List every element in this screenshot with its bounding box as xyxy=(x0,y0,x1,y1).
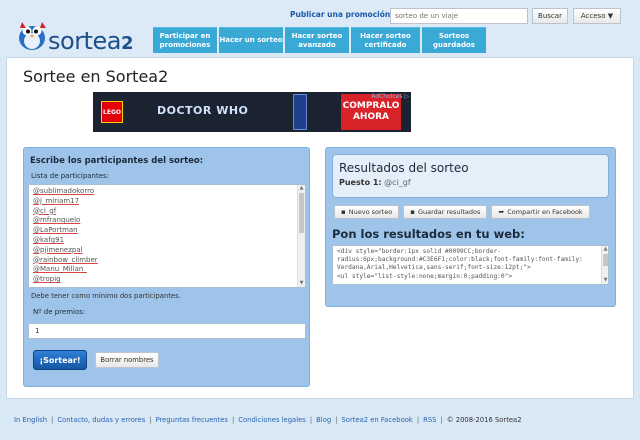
participant-item: @kafg91 xyxy=(33,235,65,244)
scroll-down-icon[interactable]: ▼ xyxy=(298,280,305,287)
logo[interactable]: sortea2 xyxy=(14,14,144,55)
save-results-label: Guardar resultados xyxy=(417,208,481,216)
results-card: Resultados del sorteo Puesto 1: @ci_gf ▪… xyxy=(325,147,616,307)
scroll-up-icon[interactable]: ▲ xyxy=(298,185,305,192)
participant-item: @tropig xyxy=(33,275,61,284)
participant-item: @rainbow_climber xyxy=(33,255,98,264)
prize-count-label: Nº de premios: xyxy=(33,308,86,316)
search-input[interactable] xyxy=(390,8,528,24)
min-participants-hint: Debe tener como mínimo dos participantes… xyxy=(31,292,181,300)
footer-link-contact[interactable]: Contacto, dudas y errores xyxy=(57,416,145,424)
pin-icon: ▪ xyxy=(410,208,415,216)
nav-make-draw[interactable]: Hacer un sorteo xyxy=(219,27,283,53)
result-winner: @ci_gf xyxy=(384,178,411,187)
participants-textarea[interactable]: @sublimadokorro @j_miriam17 @ci_gf @mfra… xyxy=(28,184,306,288)
footer-separator: | xyxy=(149,416,152,424)
footer-link-rss[interactable]: RSS xyxy=(423,416,436,424)
footer-separator: | xyxy=(440,416,443,424)
scroll-up-icon[interactable]: ▲ xyxy=(602,246,608,253)
logo-wordmark: sortea2 xyxy=(48,27,133,55)
code-scrollbar[interactable]: ▲ ▼ xyxy=(601,246,608,284)
prize-count-input[interactable]: 1 xyxy=(28,323,306,339)
nav-certified-draw[interactable]: Hacer sorteo certificado xyxy=(351,27,420,53)
result-box: Resultados del sorteo Puesto 1: @ci_gf xyxy=(332,154,609,198)
share-icon: ➦ xyxy=(498,208,505,216)
participants-card: Escribe los participantes del sorteo: Li… xyxy=(23,147,310,387)
new-draw-label: Nuevo sorteo xyxy=(348,208,393,216)
nav-participate-promotions[interactable]: Participar en promociones xyxy=(153,27,217,53)
ad-banner[interactable]: LEGO DOCTOR WHO COMPRALO AHORA AdChoices… xyxy=(93,92,411,132)
main-panel: Sortee en Sortea2 LEGO DOCTOR WHO COMPRA… xyxy=(6,57,634,399)
result-line: Puesto 1: @ci_gf xyxy=(339,178,411,187)
share-facebook-label: Compartir en Facebook xyxy=(507,208,583,216)
participant-item: @ci_gf xyxy=(33,206,57,215)
footer-separator: | xyxy=(51,416,54,424)
nav-advanced-draw[interactable]: Hacer sorteo avanzado xyxy=(285,27,349,53)
page-title: Sortee en Sortea2 xyxy=(23,67,169,86)
scroll-thumb[interactable] xyxy=(603,254,608,266)
banner-title: DOCTOR WHO xyxy=(157,104,249,117)
participant-item: @Manu_Millan_ xyxy=(33,265,87,274)
footer-separator: | xyxy=(416,416,420,424)
result-position: Puesto 1: xyxy=(339,178,382,187)
scroll-thumb[interactable] xyxy=(299,193,304,233)
lego-logo: LEGO xyxy=(101,101,123,123)
access-button[interactable]: Acceso ▼ xyxy=(573,8,621,24)
nav-saved-draws[interactable]: Sorteos guardados xyxy=(422,27,486,53)
header: sortea2 Publicar una promoción Buscar Ac… xyxy=(0,0,640,56)
result-actions: ▪ Nuevo sorteo ▪ Guardar resultados ➦ Compa… xyxy=(334,205,590,219)
result-title: Resultados del sorteo xyxy=(339,161,469,175)
participants-form: Lista de participantes: @sublimadokorro … xyxy=(27,170,306,385)
draw-button[interactable]: ¡Sortear! xyxy=(33,350,87,370)
list-label: Lista de participantes: xyxy=(31,172,110,180)
footer-link-faq[interactable]: Preguntas frecuentes xyxy=(156,416,228,424)
footer-separator: | xyxy=(231,416,235,424)
footer-link-english[interactable]: In English xyxy=(14,416,47,424)
main-nav: Participar en promociones Hacer un sorte… xyxy=(153,27,488,53)
participants-heading: Escribe los participantes del sorteo: xyxy=(30,156,204,166)
participant-item: @sublimadokorro xyxy=(33,187,95,195)
footer-link-blog[interactable]: Blog xyxy=(316,416,331,424)
participant-item: @mfranquelo xyxy=(33,216,81,225)
participant-item: @LaPortman xyxy=(33,226,78,235)
participant-item: @pjimenezpal xyxy=(33,245,83,254)
publish-promotion-link[interactable]: Publicar una promoción xyxy=(290,10,390,19)
footer-separator: | xyxy=(335,416,338,424)
save-results-button[interactable]: ▪ Guardar resultados xyxy=(403,205,488,219)
embed-code-textarea[interactable]: <div style="border:1px solid #0099CC;bor… xyxy=(332,245,609,285)
embed-code: <div style="border:1px solid #0099CC;bor… xyxy=(337,248,583,280)
participant-item: @j_miriam17 xyxy=(33,196,80,205)
footer-link-facebook[interactable]: Sortea2 en Facebook xyxy=(341,416,412,424)
participants-scrollbar[interactable]: ▲ ▼ xyxy=(297,185,305,287)
clear-names-button[interactable]: Borrar nombres xyxy=(95,352,159,368)
footer-link-legal[interactable]: Condiciones legales xyxy=(238,416,306,424)
bird-mascot-icon xyxy=(19,22,46,50)
document-icon: ▪ xyxy=(341,208,346,216)
scroll-down-icon[interactable]: ▼ xyxy=(602,277,608,284)
new-draw-button[interactable]: ▪ Nuevo sorteo xyxy=(334,205,400,219)
copyright: © 2008-2016 Sortea2 xyxy=(446,416,522,424)
share-facebook-button[interactable]: ➦ Compartir en Facebook xyxy=(491,205,590,219)
footer: In English | Contacto, dudas y errores | Pre… xyxy=(14,416,634,424)
adchoices-icon[interactable]: AdChoices ▷ xyxy=(371,93,409,100)
participants-list: @sublimadokorro @j_miriam17 @ci_gf @mfra… xyxy=(29,185,305,287)
tardis-image xyxy=(293,94,307,130)
search-button[interactable]: Buscar xyxy=(532,8,568,24)
footer-separator: | xyxy=(309,416,313,424)
embed-title: Pon los resultados en tu web: xyxy=(332,227,525,241)
